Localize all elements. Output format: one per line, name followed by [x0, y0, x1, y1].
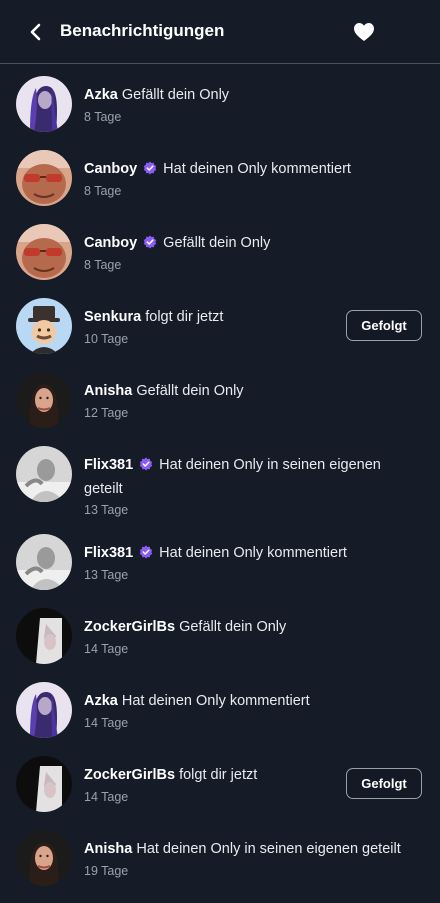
notification-text: Canboy Gefällt dein Only: [84, 231, 422, 255]
username[interactable]: ZockerGirlBs: [84, 767, 175, 783]
notification-item[interactable]: Azka Gefällt dein Only 8 Tage: [0, 76, 440, 148]
username[interactable]: Anisha: [84, 383, 132, 399]
notification-text: ZockerGirlBs Gefällt dein Only: [84, 615, 422, 639]
notification-item[interactable]: Canboy Gefällt dein Only 8 Tage: [0, 224, 440, 296]
avatar[interactable]: [16, 298, 72, 354]
notification-action: folgt dir jetzt: [179, 767, 258, 783]
avatar[interactable]: [16, 534, 72, 590]
verified-badge-icon: [143, 235, 157, 249]
notification-action: Gefällt dein Only: [121, 87, 230, 103]
notification-time: 8 Tage: [84, 258, 122, 272]
heart-icon: [354, 23, 374, 41]
avatar[interactable]: [16, 224, 72, 280]
notification-time: 10 Tage: [84, 332, 129, 346]
username[interactable]: Azka: [84, 87, 118, 103]
username[interactable]: Canboy: [84, 161, 137, 177]
notification-time: 8 Tage: [84, 110, 122, 124]
notification-item[interactable]: ZockerGirlBs Gefällt dein Only 14 Tage: [0, 608, 440, 680]
username[interactable]: Flix381: [84, 457, 133, 473]
header: Benachrichtigungen: [0, 0, 440, 64]
notification-action: Hat deinen Only in seinen eigenen geteil…: [136, 841, 401, 857]
avatar[interactable]: [16, 446, 72, 502]
avatar[interactable]: [16, 682, 72, 738]
avatar[interactable]: [16, 608, 72, 664]
notification-text: Azka Hat deinen Only kommentiert: [84, 689, 422, 713]
chevron-left-icon: [30, 23, 41, 41]
notification-action-continued: geteilt: [84, 481, 123, 497]
notification-item[interactable]: Flix381 Hat deinen Only kommentiert 13 Tag…: [0, 534, 440, 606]
notification-item[interactable]: Azka Hat deinen Only kommentiert 14 Tage: [0, 682, 440, 754]
avatar[interactable]: [16, 830, 72, 886]
back-button[interactable]: [24, 20, 48, 44]
username[interactable]: Anisha: [84, 841, 132, 857]
verified-badge-icon: [139, 545, 153, 559]
notification-text: Azka Gefällt dein Only: [84, 83, 422, 107]
notification-action: Gefällt dein Only: [163, 235, 271, 251]
notification-time: 8 Tage: [84, 184, 122, 198]
favorites-button[interactable]: [352, 20, 376, 44]
notification-text: Canboy Hat deinen Only kommentiert: [84, 157, 422, 181]
avatar[interactable]: [16, 756, 72, 812]
notification-action: Hat deinen Only kommentiert: [159, 545, 347, 561]
avatar[interactable]: [16, 150, 72, 206]
verified-badge-icon: [143, 161, 157, 175]
notification-text: Flix381 Hat deinen Only in seinen eigenen…: [84, 453, 422, 501]
username[interactable]: Canboy: [84, 235, 137, 251]
username[interactable]: Flix381: [84, 545, 133, 561]
notification-item[interactable]: Flix381 Hat deinen Only in seinen eigenen…: [0, 446, 440, 532]
avatar[interactable]: [16, 76, 72, 132]
notification-time: 14 Tage: [84, 642, 129, 656]
notification-action: Hat deinen Only in seinen eigenen: [159, 457, 381, 473]
username[interactable]: ZockerGirlBs: [84, 619, 175, 635]
following-button[interactable]: Gefolgt: [346, 768, 422, 799]
notification-action: Hat deinen Only kommentiert: [121, 693, 310, 709]
verified-badge-icon: [139, 457, 153, 471]
notification-time: 13 Tage: [84, 503, 129, 517]
notification-action: Gefällt dein Only: [136, 383, 244, 399]
notification-item[interactable]: Anisha Gefällt dein Only 12 Tage: [0, 372, 440, 444]
notification-text: Anisha Gefällt dein Only: [84, 379, 422, 403]
notification-action: folgt dir jetzt: [145, 309, 224, 325]
notification-text: Flix381 Hat deinen Only kommentiert: [84, 541, 422, 565]
notification-time: 14 Tage: [84, 790, 129, 804]
username[interactable]: Azka: [84, 693, 118, 709]
username[interactable]: Senkura: [84, 309, 141, 325]
notification-action: Gefällt dein Only: [179, 619, 287, 635]
page-title: Benachrichtigungen: [60, 21, 225, 40]
avatar[interactable]: [16, 372, 72, 428]
notification-time: 13 Tage: [84, 568, 129, 582]
following-button[interactable]: Gefolgt: [346, 310, 422, 341]
notification-text: Anisha Hat deinen Only in seinen eigenen …: [84, 837, 422, 861]
notification-time: 19 Tage: [84, 864, 129, 878]
notification-item[interactable]: Anisha Hat deinen Only in seinen eigenen …: [0, 830, 440, 902]
notification-time: 14 Tage: [84, 716, 129, 730]
notification-time: 12 Tage: [84, 406, 129, 420]
notification-action: Hat deinen Only kommentiert: [163, 161, 351, 177]
notification-item[interactable]: ZockerGirlBs folgt dir jetzt 14 Tage Gefolg…: [0, 756, 440, 828]
notification-item[interactable]: Canboy Hat deinen Only kommentiert 8 Tage: [0, 150, 440, 222]
notification-item[interactable]: Senkura folgt dir jetzt 10 Tage Gefolgt: [0, 298, 440, 370]
